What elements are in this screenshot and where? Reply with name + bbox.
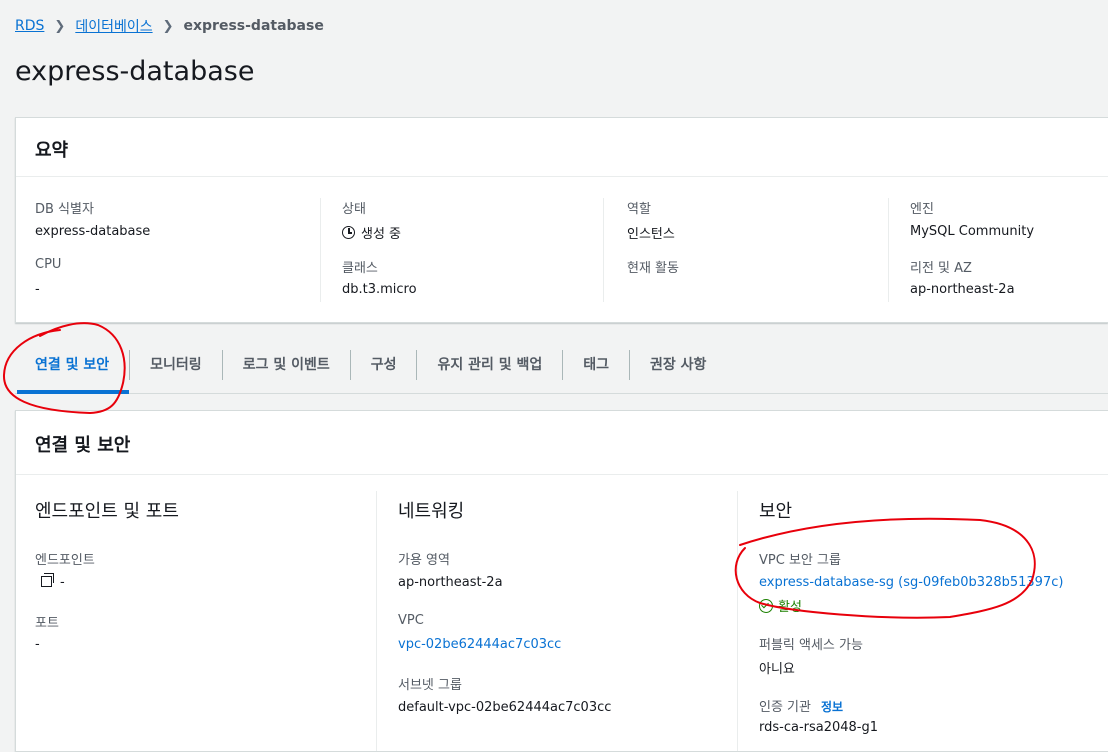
tab-configuration[interactable]: 구성 [349, 350, 417, 380]
ca-label: 인증 기관 [759, 700, 811, 715]
endpoint-section: 엔드포인트 및 포트 엔드포인트 - 포트 - [16, 491, 376, 751]
copy-icon[interactable] [41, 573, 54, 587]
db-id-value: express-database [35, 224, 151, 239]
clock-icon [342, 226, 355, 239]
summary-header: 요약 [16, 118, 1108, 177]
role-value: 인스턴스 [627, 227, 675, 242]
region-value: ap-northeast-2a [910, 282, 1015, 297]
endpoint-text: - [60, 575, 65, 590]
region-label: 리전 및 AZ [910, 261, 972, 276]
tab-tags[interactable]: 태그 [562, 350, 629, 380]
tab-maintenance-backups[interactable]: 유지 관리 및 백업 [416, 350, 562, 380]
network-section-title: 네트워킹 [398, 501, 465, 522]
vpc-label: VPC [398, 613, 424, 628]
status-text: 생성 중 [361, 227, 402, 242]
cpu-label: CPU [35, 257, 62, 272]
page-title: express-database [15, 56, 255, 87]
summary-col-engine: 엔진 MySQL Community 리전 및 AZ ap-northeast-… [888, 198, 1108, 302]
public-access-value: 아니요 [759, 662, 795, 677]
sg-status: 활성 [759, 596, 802, 615]
endpoint-section-title: 엔드포인트 및 포트 [35, 501, 179, 522]
security-section: 보안 VPC 보안 그룹 express-database-sg (sg-09f… [737, 491, 1108, 751]
network-section: 네트워킹 가용 영역 ap-northeast-2a VPC vpc-02be6… [376, 491, 738, 751]
check-circle-icon [759, 598, 773, 613]
detail-tabs: 연결 및 보안 모니터링 로그 및 이벤트 구성 유지 관리 및 백업 태그 권… [15, 337, 1108, 394]
chevron-right-icon: ❯ [54, 18, 66, 34]
tab-recommendations[interactable]: 권장 사항 [629, 350, 726, 380]
vpc-link[interactable]: vpc-02be62444ac7c03cc [398, 637, 561, 652]
engine-label: 엔진 [910, 202, 934, 217]
port-label: 포트 [35, 616, 59, 631]
port-value: - [35, 637, 40, 652]
public-access-label: 퍼블릭 액세스 가능 [759, 638, 863, 653]
role-label: 역할 [627, 202, 651, 217]
security-section-title: 보안 [759, 501, 793, 522]
endpoint-label: 엔드포인트 [35, 553, 95, 568]
class-value: db.t3.micro [342, 282, 417, 297]
endpoint-value: - [41, 573, 65, 590]
engine-value: MySQL Community [910, 224, 1035, 239]
sg-status-text: 활성 [778, 600, 802, 615]
summary-title: 요약 [35, 140, 69, 161]
ca-label-row: 인증 기관 정보 [759, 696, 843, 715]
db-id-label: DB 식별자 [35, 202, 94, 217]
cpu-value: - [35, 282, 40, 297]
class-label: 클래스 [342, 261, 378, 276]
status-label: 상태 [342, 202, 366, 217]
chevron-right-icon: ❯ [162, 18, 174, 34]
status-value: 생성 중 [342, 223, 401, 242]
breadcrumb-databases-link[interactable]: 데이터베이스 [75, 16, 152, 36]
summary-panel: 요약 DB 식별자 express-database CPU - 상태 생성 중… [15, 117, 1108, 323]
tab-monitoring[interactable]: 모니터링 [129, 350, 222, 380]
sg-label: VPC 보안 그룹 [759, 553, 841, 568]
activity-label: 현재 활동 [627, 261, 679, 276]
ca-info-link[interactable]: 정보 [821, 700, 843, 714]
az-label: 가용 영역 [398, 553, 450, 568]
connectivity-header: 연결 및 보안 [16, 411, 1108, 475]
tab-connectivity-security[interactable]: 연결 및 보안 [15, 350, 130, 394]
connectivity-panel: 연결 및 보안 엔드포인트 및 포트 엔드포인트 - 포트 - 네트워킹 가용 … [15, 410, 1108, 752]
breadcrumb: RDS ❯ 데이터베이스 ❯ express-database [15, 16, 324, 36]
connectivity-title: 연결 및 보안 [35, 435, 131, 456]
subnet-value: default-vpc-02be62444ac7c03cc [398, 700, 612, 715]
summary-col-role: 역할 인스턴스 현재 활동 [603, 198, 889, 302]
subnet-label: 서브넷 그룹 [398, 678, 462, 693]
summary-col-identifier: DB 식별자 express-database CPU - [16, 198, 320, 302]
az-value: ap-northeast-2a [398, 575, 503, 590]
ca-value: rds-ca-rsa2048-g1 [759, 720, 879, 735]
summary-col-status: 상태 생성 중 클래스 db.t3.micro [320, 198, 604, 302]
security-group-link[interactable]: express-database-sg (sg-09feb0b328b51397… [759, 575, 1063, 590]
tab-logs-events[interactable]: 로그 및 이벤트 [221, 350, 350, 380]
breadcrumb-rds-link[interactable]: RDS [15, 18, 44, 34]
breadcrumb-current: express-database [183, 18, 324, 34]
